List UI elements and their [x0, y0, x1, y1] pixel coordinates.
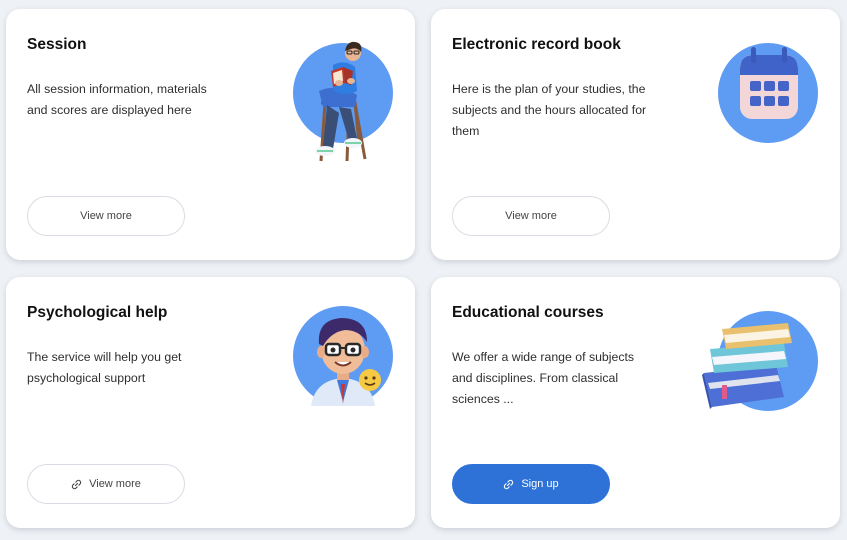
services-grid: Session All session information, materia… — [0, 0, 847, 540]
book-stack-icon — [702, 323, 792, 409]
card-title: Session — [27, 36, 87, 53]
calendar-icon — [740, 47, 798, 119]
student-reading-icon — [315, 41, 367, 162]
link-icon — [504, 479, 514, 489]
psychologist-illustration — [293, 306, 393, 406]
card-description: The service will help you get psychologi… — [27, 350, 182, 385]
view-more-button[interactable]: View more — [27, 464, 185, 504]
card-electronic-record-book: Electronic record book Here is the plan … — [431, 9, 840, 260]
card-title: Psychological help — [27, 304, 168, 321]
button-label: View more — [89, 478, 141, 490]
card-session: Session All session information, materia… — [6, 9, 415, 260]
button-label: View more — [505, 210, 557, 222]
student-reading-illustration — [293, 41, 393, 162]
book-stack-illustration — [702, 311, 818, 411]
link-icon — [71, 479, 82, 489]
card-psychological-help: Psychological help The service will help… — [6, 277, 415, 528]
card-educational-courses: Educational courses We offer a wide rang… — [431, 277, 840, 528]
card-title: Electronic record book — [452, 36, 621, 53]
view-more-button[interactable]: View more — [27, 196, 185, 236]
card-description: All session information, materials and s… — [27, 82, 207, 117]
card-description: We offer a wide range of subjects and di… — [452, 350, 635, 406]
calendar-illustration — [718, 43, 818, 143]
psychologist-avatar-icon — [311, 318, 381, 406]
sign-up-button[interactable]: Sign up — [452, 464, 610, 504]
button-label: Sign up — [521, 478, 559, 490]
card-title: Educational courses — [452, 304, 604, 321]
button-label: View more — [80, 210, 132, 222]
view-more-button[interactable]: View more — [452, 196, 610, 236]
card-description: Here is the plan of your studies, the su… — [452, 82, 647, 138]
